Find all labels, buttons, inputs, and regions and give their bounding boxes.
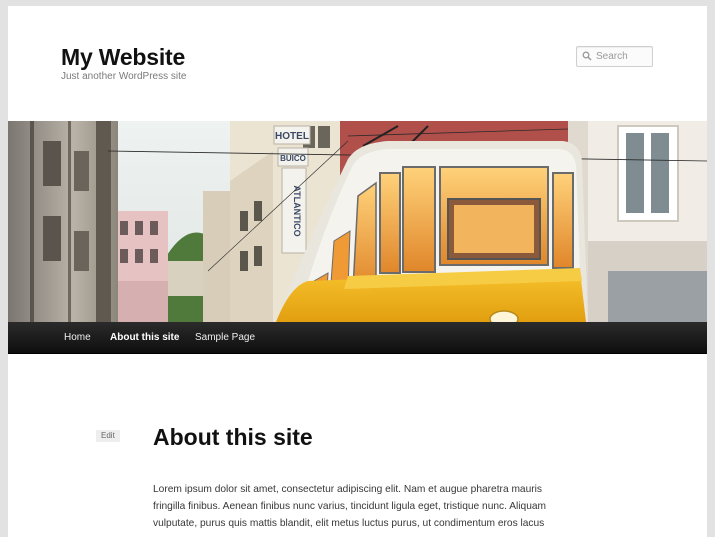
page: My Website Just another WordPress site S… — [8, 6, 707, 537]
nav-item-about-this-site[interactable]: About this site — [110, 322, 179, 353]
site-title[interactable]: My Website — [61, 44, 185, 71]
site-description: Just another WordPress site — [61, 71, 187, 82]
search-box[interactable] — [576, 46, 653, 67]
search-icon — [582, 51, 592, 61]
header-image: HOTEL BUICO ATLANTICO — [8, 121, 707, 322]
nav-item-sample-page[interactable]: Sample Page — [195, 322, 255, 353]
nav-item-home[interactable]: Home — [64, 322, 91, 353]
sign-hotel: HOTEL — [275, 131, 309, 142]
search-input[interactable] — [594, 47, 652, 66]
sign-atlantico: ATLANTICO — [292, 185, 302, 236]
main-navigation: Home About this site Sample Page — [8, 322, 707, 354]
page-title: About this site — [153, 424, 313, 450]
sign-buico: BUICO — [280, 154, 306, 163]
edit-link[interactable]: Edit — [96, 430, 120, 442]
page-content: Lorem ipsum dolor sit amet, consectetur … — [153, 484, 547, 529]
